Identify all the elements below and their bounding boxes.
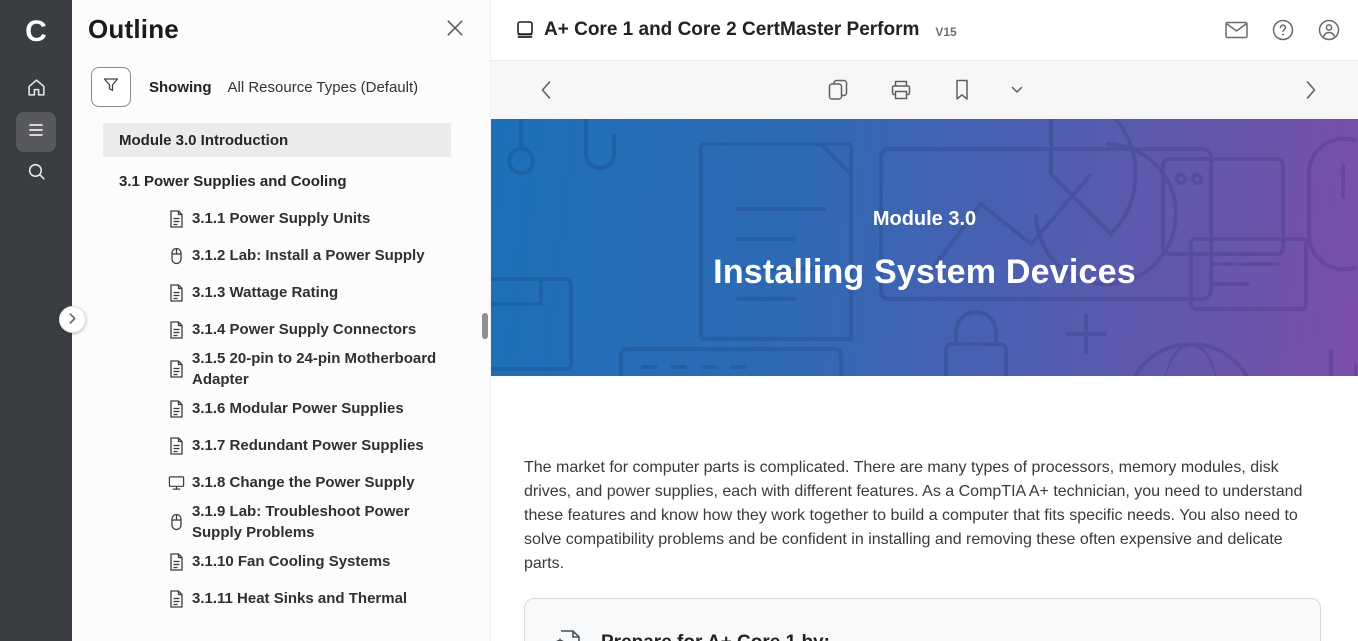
outline-menu-button[interactable] — [16, 112, 56, 152]
outline-item-label: 3.1.10 Fan Cooling Systems — [192, 551, 390, 572]
prepare-document-gear-icon — [552, 628, 582, 641]
outline-item-3-1-11[interactable]: 3.1.11 Heat Sinks and Thermal — [103, 580, 451, 617]
prepare-section-heading: Prepare for A+ Core 1 by: — [601, 632, 830, 641]
bookmark-menu-chevron-icon[interactable] — [1011, 86, 1023, 94]
outline-item-3-1-8[interactable]: 3.1.8 Change the Power Supply — [103, 464, 451, 501]
outline-item-3-1-3[interactable]: 3.1.3 Wattage Rating — [103, 274, 451, 311]
outline-item-label: 3.1.8 Change the Power Supply — [192, 472, 415, 493]
bookmark-icon[interactable] — [953, 78, 971, 102]
outline-item-label: 3.1.9 Lab: Troubleshoot Power Supply Pro… — [192, 501, 442, 543]
main-content-area: A+ Core 1 and Core 2 CertMaster Perform … — [491, 0, 1358, 641]
outline-item-label: 3.1.1 Power Supply Units — [192, 208, 370, 229]
outline-item-label: 3.1.4 Power Supply Connectors — [192, 319, 416, 340]
copy-icon[interactable] — [827, 78, 849, 102]
close-icon — [446, 16, 464, 43]
outline-item-label: Module 3.0 Introduction — [119, 130, 288, 151]
document-icon — [168, 360, 185, 378]
outline-item-label: 3.1.7 Redundant Power Supplies — [192, 435, 424, 456]
content-toolbar — [491, 61, 1358, 119]
outline-item-3-1-1[interactable]: 3.1.1 Power Supply Units — [103, 200, 451, 237]
filter-showing-label: Showing — [149, 79, 212, 96]
document-icon — [168, 437, 185, 455]
lesson-scroll-area[interactable]: Module 3.0 Installing System Devices The… — [491, 119, 1358, 641]
course-book-icon — [515, 20, 535, 40]
print-icon[interactable] — [889, 78, 913, 102]
outline-item-3-1-10[interactable]: 3.1.10 Fan Cooling Systems — [103, 543, 451, 580]
account-icon[interactable] — [1318, 19, 1340, 41]
outline-item-label: 3.1.2 Lab: Install a Power Supply — [192, 245, 425, 266]
mouse-icon — [168, 247, 185, 265]
document-icon — [168, 284, 185, 302]
previous-page-button[interactable] — [539, 80, 552, 100]
help-icon[interactable] — [1272, 19, 1294, 41]
outline-item-section-3-1[interactable]: 3.1 Power Supplies and Cooling — [103, 163, 451, 200]
outline-list: Module 3.0 Introduction 3.1 Power Suppli… — [103, 123, 451, 617]
outline-panel-title: Outline — [88, 14, 179, 45]
mail-icon[interactable] — [1225, 21, 1248, 39]
funnel-icon — [102, 76, 120, 99]
document-icon — [168, 590, 185, 608]
outline-item-label: 3.1.5 20-pin to 24-pin Motherboard Adapt… — [192, 348, 442, 390]
document-icon — [168, 553, 185, 571]
outline-scrollbar[interactable] — [482, 0, 488, 641]
close-outline-button[interactable] — [446, 18, 464, 42]
outline-item-label: 3.1 Power Supplies and Cooling — [119, 171, 347, 192]
outline-item-module-introduction[interactable]: Module 3.0 Introduction — [103, 123, 451, 157]
outline-item-3-1-7[interactable]: 3.1.7 Redundant Power Supplies — [103, 427, 451, 464]
outline-item-label: 3.1.11 Heat Sinks and Thermal — [192, 588, 407, 609]
module-hero-banner: Module 3.0 Installing System Devices — [491, 119, 1358, 376]
search-button[interactable] — [16, 154, 56, 194]
menu-icon — [26, 120, 46, 145]
monitor-icon — [168, 475, 185, 491]
module-number-label: Module 3.0 — [873, 208, 976, 231]
comptia-logo: C — [25, 12, 47, 52]
outline-item-3-1-9[interactable]: 3.1.9 Lab: Troubleshoot Power Supply Pro… — [103, 501, 451, 543]
chevron-right-icon — [67, 311, 78, 329]
outline-item-3-1-5[interactable]: 3.1.5 20-pin to 24-pin Motherboard Adapt… — [103, 348, 451, 390]
course-version-badge: V15 — [935, 25, 956, 39]
outline-item-3-1-6[interactable]: 3.1.6 Modular Power Supplies — [103, 390, 451, 427]
course-title: A+ Core 1 and Core 2 CertMaster Perform — [544, 19, 919, 41]
filter-row: Showing All Resource Types (Default) — [91, 67, 490, 107]
prepare-section-card: Prepare for A+ Core 1 by: — [524, 598, 1321, 641]
search-icon — [26, 161, 47, 187]
module-title: Installing System Devices — [713, 253, 1136, 292]
next-page-button[interactable] — [1305, 80, 1318, 100]
document-icon — [168, 321, 185, 339]
tech-pattern-decoration — [491, 119, 1357, 376]
outline-item-3-1-4[interactable]: 3.1.4 Power Supply Connectors — [103, 311, 451, 348]
mouse-icon — [168, 513, 185, 531]
outline-item-3-1-2[interactable]: 3.1.2 Lab: Install a Power Supply — [103, 237, 451, 274]
panel-collapse-button[interactable] — [59, 306, 86, 333]
home-button[interactable] — [16, 70, 56, 110]
document-icon — [168, 210, 185, 228]
course-header: A+ Core 1 and Core 2 CertMaster Perform … — [491, 0, 1358, 61]
outline-item-label: 3.1.6 Modular Power Supplies — [192, 398, 404, 419]
outline-panel: Outline Showing All Resource Types (Defa… — [72, 0, 491, 641]
filter-button[interactable] — [91, 67, 131, 107]
outline-item-label: 3.1.3 Wattage Rating — [192, 282, 338, 303]
lesson-intro-paragraph: The market for computer parts is complic… — [524, 456, 1314, 576]
app-window: C Outline — [0, 0, 1358, 641]
document-icon — [168, 400, 185, 418]
home-icon — [26, 77, 47, 103]
outline-scrollbar-thumb[interactable] — [482, 313, 488, 339]
filter-current-value: All Resource Types (Default) — [228, 79, 419, 96]
